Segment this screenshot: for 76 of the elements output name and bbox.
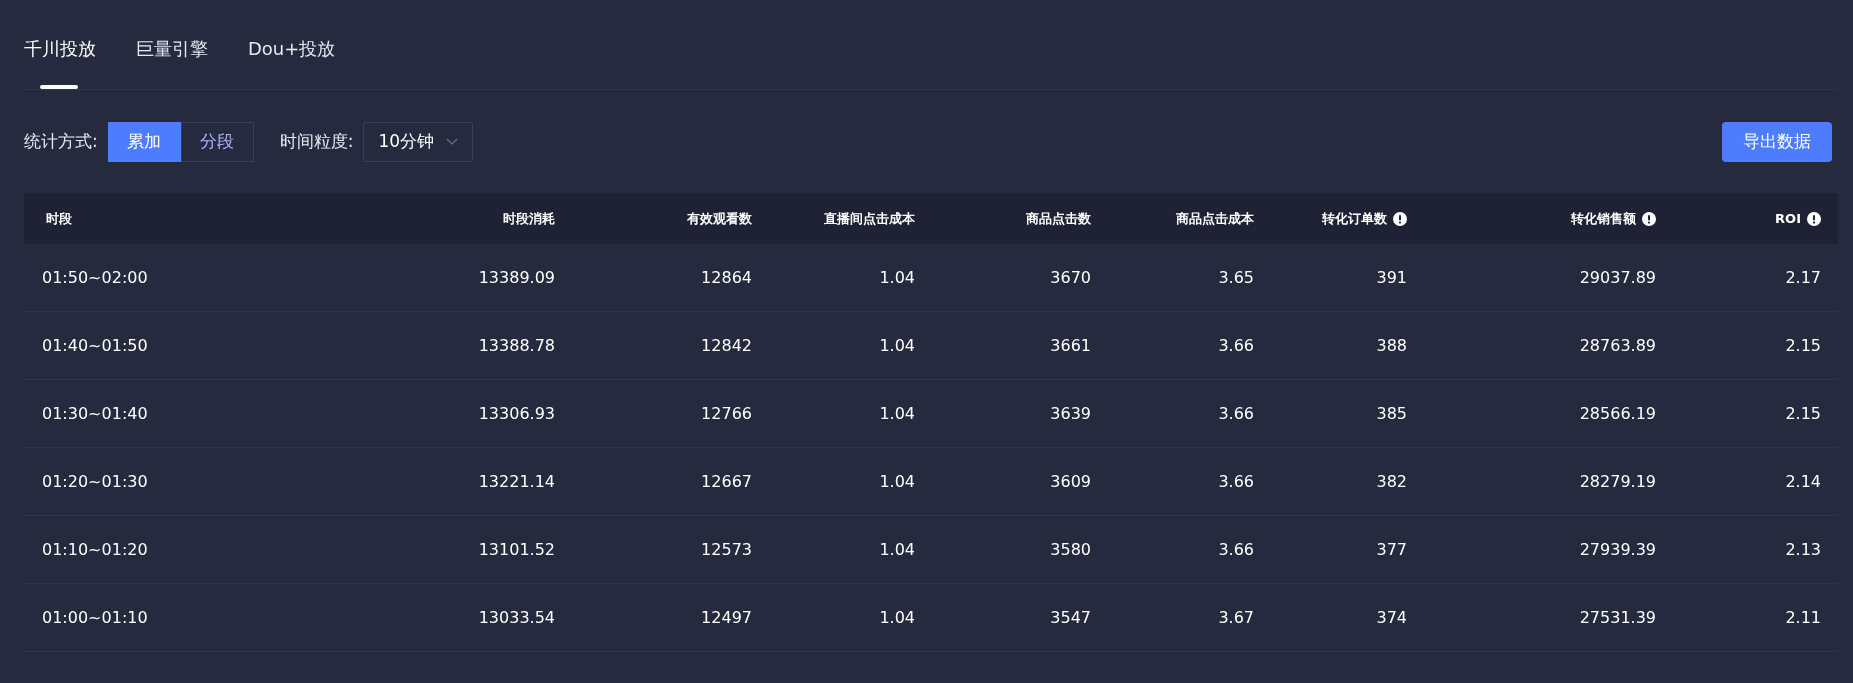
table-cell: 12497 (701, 608, 752, 627)
table-cell: 29037.89 (1579, 268, 1656, 287)
column-header: 时段消耗 (503, 209, 555, 228)
stat-mode-label: 统计方式: (24, 130, 98, 153)
table-cell: 3.67 (1218, 608, 1254, 627)
table-cell: 12864 (701, 268, 752, 287)
segment-button[interactable]: 累加 (107, 121, 181, 162)
table-cell: 1.04 (879, 268, 915, 287)
table-cell: 27531.39 (1579, 608, 1656, 627)
table-cell: 13101.52 (478, 540, 555, 559)
table-cell: 3547 (1050, 608, 1091, 627)
column-header: 直播间点击成本 (824, 209, 915, 228)
table-cell: 1.04 (879, 336, 915, 355)
tab[interactable]: 巨量引擎 (136, 37, 208, 89)
table-cell: 1.04 (879, 472, 915, 491)
table-cell: 28279.19 (1579, 472, 1656, 491)
table-cell: 3661 (1050, 336, 1091, 355)
table-cell: 3.66 (1218, 404, 1254, 423)
table-cell: 12667 (701, 472, 752, 491)
table-cell: 13306.93 (478, 404, 555, 423)
table-cell: 3670 (1050, 268, 1091, 287)
table-cell: 2.15 (1785, 404, 1821, 423)
granularity-label: 时间粒度: (279, 130, 354, 153)
table-cell: 2.15 (1785, 336, 1821, 355)
column-header: 转化订单数 (1322, 209, 1387, 228)
table-cell: 28763.89 (1579, 336, 1656, 355)
table-cell: 01:30~01:40 (42, 404, 148, 423)
table-cell: 2.11 (1785, 608, 1821, 627)
table-cell: 377 (1376, 540, 1407, 559)
column-header: 商品点击数 (1026, 209, 1091, 228)
table-cell: 1.04 (879, 404, 915, 423)
table-cell: 3.66 (1218, 336, 1254, 355)
table-cell: 12573 (701, 540, 752, 559)
table-cell: 13389.09 (478, 268, 555, 287)
table-cell: 12766 (701, 404, 752, 423)
info-icon (1807, 211, 1821, 226)
table-cell: 391 (1376, 268, 1407, 287)
granularity-dropdown[interactable]: 10分钟 (363, 121, 474, 162)
table-cell: 13221.14 (478, 472, 555, 491)
table-cell: 3580 (1050, 540, 1091, 559)
table-cell: 385 (1376, 404, 1407, 423)
table-cell: 27939.39 (1579, 540, 1656, 559)
table-cell: 01:10~01:20 (42, 540, 148, 559)
table-cell: 3.66 (1218, 472, 1254, 491)
info-icon (1393, 211, 1407, 226)
column-header: 商品点击成本 (1176, 209, 1254, 228)
table-cell: 382 (1376, 472, 1407, 491)
table-cell: 388 (1376, 336, 1407, 355)
table-cell: 2.13 (1785, 540, 1821, 559)
column-header: ROI (1775, 211, 1801, 226)
table-cell: 01:50~02:00 (42, 268, 148, 287)
table-cell: 12842 (701, 336, 752, 355)
table-cell: 2.17 (1785, 268, 1821, 287)
table-cell: 3609 (1050, 472, 1091, 491)
table-cell: 374 (1376, 608, 1407, 627)
table-cell: 3.66 (1218, 540, 1254, 559)
column-header: 时段 (46, 209, 72, 228)
table-cell: 1.04 (879, 608, 915, 627)
segment-button[interactable]: 分段 (180, 121, 254, 162)
table-cell: 2.14 (1785, 472, 1821, 491)
table-cell: 3.65 (1218, 268, 1254, 287)
table-cell: 3639 (1050, 404, 1091, 423)
table-cell: 01:20~01:30 (42, 472, 148, 491)
table-cell: 13388.78 (478, 336, 555, 355)
table-cell: 13033.54 (478, 608, 555, 627)
tab[interactable]: Dou+投放 (248, 37, 336, 89)
table-cell: 28566.19 (1579, 404, 1656, 423)
table-cell: 01:00~01:10 (42, 608, 148, 627)
column-header: 转化销售额 (1571, 209, 1636, 228)
chevron-down-icon (446, 137, 459, 146)
tab[interactable]: 千川投放 (24, 37, 96, 89)
table-cell: 01:40~01:50 (42, 336, 148, 355)
column-header: 有效观看数 (687, 209, 752, 228)
table-cell: 1.04 (879, 540, 915, 559)
export-button[interactable]: 导出数据 (1722, 121, 1832, 162)
info-icon (1642, 211, 1656, 226)
